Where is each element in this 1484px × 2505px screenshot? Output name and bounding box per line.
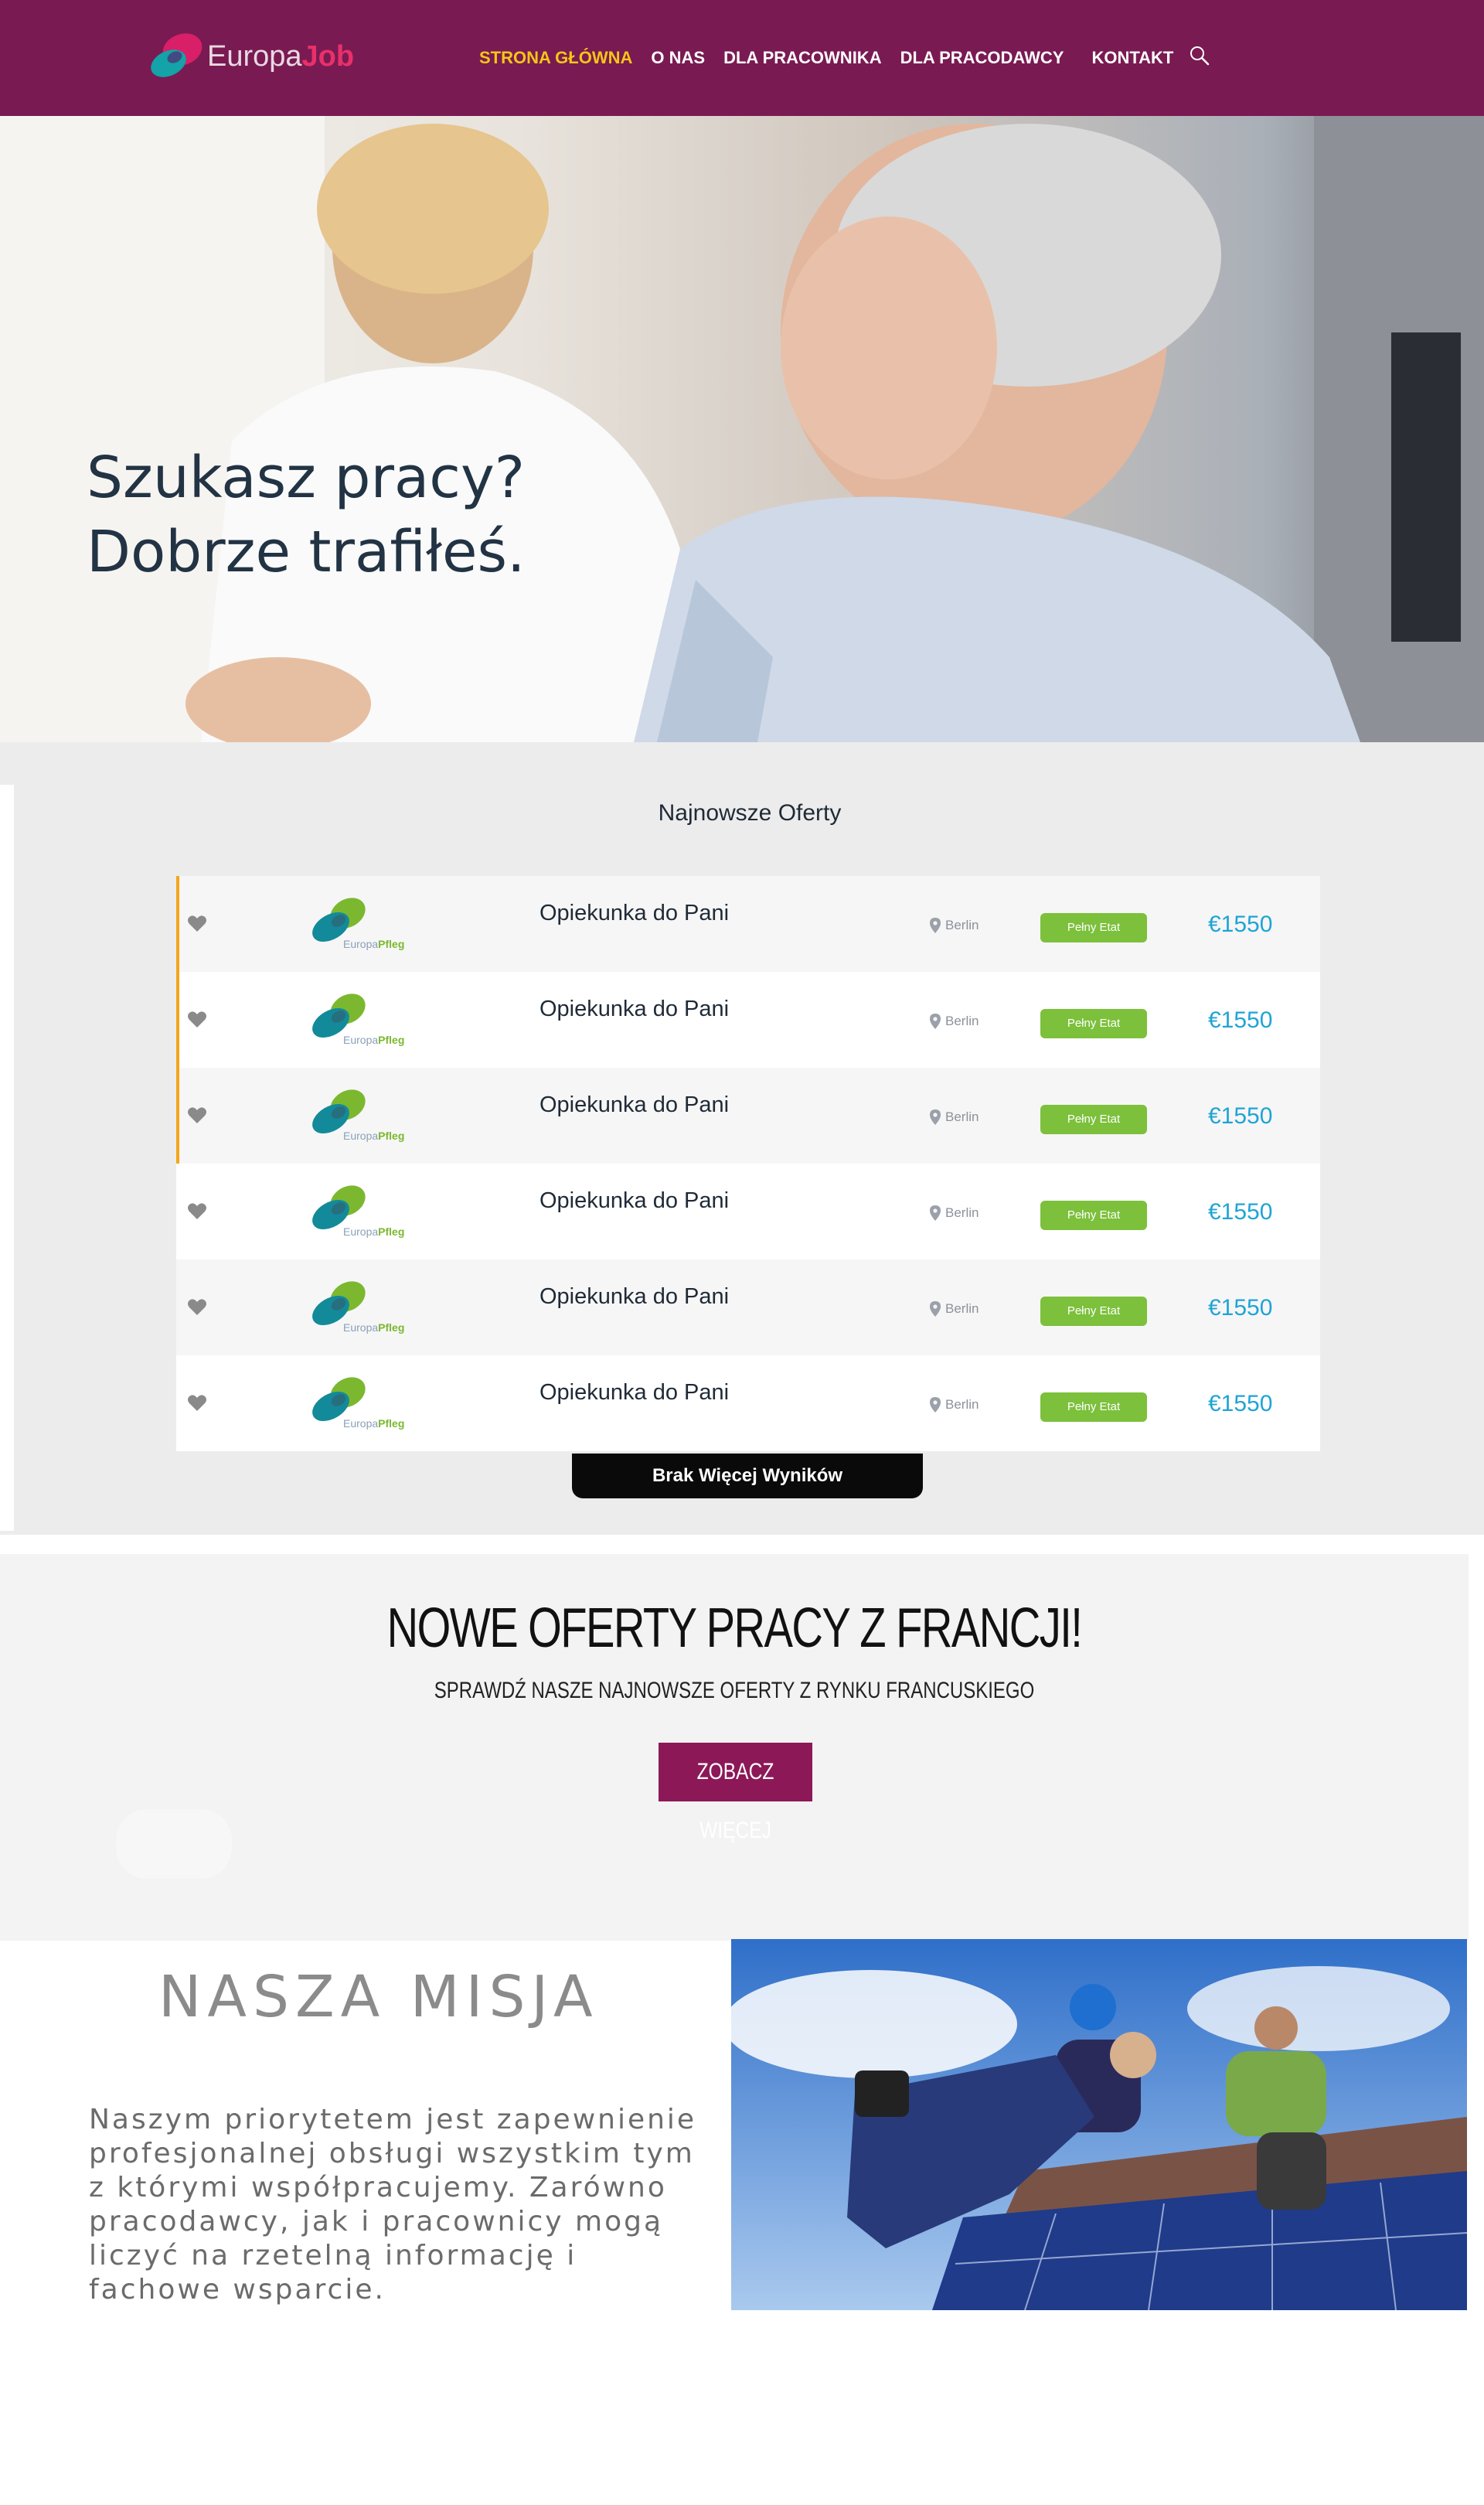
job-salary: €1550 <box>1208 1103 1273 1129</box>
europajob-logo[interactable]: EuropaJob <box>145 23 354 93</box>
job-type-badge: Pełny Etat <box>1040 913 1147 942</box>
nav-item-contact[interactable]: KONTAKT <box>1091 48 1173 68</box>
job-location: Berlin <box>930 1205 979 1221</box>
map-pin-icon <box>930 1397 941 1413</box>
logo-mark-icon <box>151 33 203 77</box>
heart-icon[interactable] <box>187 1011 207 1029</box>
job-title[interactable]: Opiekunka do Pani <box>539 1284 729 1310</box>
section-edge <box>0 785 14 1531</box>
job-type-badge: Pełny Etat <box>1040 1009 1147 1038</box>
job-type-badge: Pełny Etat <box>1040 1392 1147 1422</box>
company-name: EuropaPfleg <box>343 1225 405 1238</box>
job-list: EuropaPfleg Opiekunka do Pani Berlin Pełny … <box>176 876 1320 1451</box>
offers-heading: Najnowsze Oferty <box>658 800 842 826</box>
job-type-badge: Pełny Etat <box>1040 1201 1147 1230</box>
company-name: EuropaPfleg <box>343 1417 405 1430</box>
location-text: Berlin <box>945 1205 979 1220</box>
hero-banner: Szukasz pracy? Dobrze trafiłeś. <box>0 116 1484 742</box>
map-pin-icon <box>930 1014 941 1029</box>
job-location: Berlin <box>930 1301 979 1317</box>
job-location: Berlin <box>930 1109 979 1125</box>
company-name: EuropaPfleg <box>343 1034 405 1046</box>
job-row[interactable]: EuropaPfleg Opiekunka do Pani Berlin Pełny … <box>176 1164 1320 1259</box>
hero-photo-illustration <box>0 116 1484 742</box>
hero-headline: Szukasz pracy? Dobrze trafiłeś. <box>87 445 526 585</box>
job-row[interactable]: EuropaPfleg Opiekunka do Pani Berlin Pełny … <box>176 876 1320 972</box>
job-title[interactable]: Opiekunka do Pani <box>539 901 729 926</box>
main-nav: STRONA GŁÓWNA O NAS DLA PRACOWNIKA DLA P… <box>479 0 1192 116</box>
map-pin-icon <box>930 1301 941 1317</box>
heart-icon[interactable] <box>187 915 207 933</box>
job-salary: €1550 <box>1208 1007 1273 1033</box>
job-salary: €1550 <box>1208 1391 1273 1416</box>
job-row[interactable]: EuropaPfleg Opiekunka do Pani Berlin Pełny … <box>176 1355 1320 1451</box>
job-title[interactable]: Opiekunka do Pani <box>539 1380 729 1406</box>
mission-heading: NASZA MISJA <box>158 1964 599 2030</box>
nav-item-about[interactable]: O NAS <box>651 48 705 68</box>
featured-accent <box>176 1068 179 1164</box>
promo-subheading: SPRAWDŹ NASZE NAJNOWSZE OFERTY Z RYNKU F… <box>434 1678 1035 1703</box>
decorative-shape <box>116 1809 232 1879</box>
job-location: Berlin <box>930 1014 979 1029</box>
job-title[interactable]: Opiekunka do Pani <box>539 1188 729 1214</box>
job-type-badge: Pełny Etat <box>1040 1105 1147 1134</box>
location-text: Berlin <box>945 1014 979 1028</box>
location-text: Berlin <box>945 1397 979 1412</box>
location-text: Berlin <box>945 1109 979 1124</box>
search-icon[interactable] <box>1189 45 1210 66</box>
heart-icon[interactable] <box>187 1106 207 1125</box>
location-text: Berlin <box>945 918 979 932</box>
site-header: EuropaJob STRONA GŁÓWNA O NAS DLA PRACOW… <box>0 0 1484 116</box>
job-salary: €1550 <box>1208 912 1273 937</box>
company-name: EuropaPfleg <box>343 1321 405 1334</box>
see-more-label: ZOBACZ WIĘCEJ <box>696 1759 774 1843</box>
nav-item-home[interactable]: STRONA GŁÓWNA <box>479 48 632 68</box>
job-location: Berlin <box>930 1397 979 1413</box>
job-salary: €1550 <box>1208 1295 1273 1321</box>
job-type-badge: Pełny Etat <box>1040 1297 1147 1326</box>
company-name: EuropaPfleg <box>343 1130 405 1142</box>
map-pin-icon <box>930 1205 941 1221</box>
company-name: EuropaPfleg <box>343 938 405 950</box>
featured-accent <box>176 972 179 1068</box>
heart-icon[interactable] <box>187 1298 207 1317</box>
featured-accent <box>176 876 179 972</box>
heart-icon[interactable] <box>187 1202 207 1221</box>
job-row[interactable]: EuropaPfleg Opiekunka do Pani Berlin Pełny … <box>176 1068 1320 1164</box>
logo-wordmark: EuropaJob <box>207 40 355 73</box>
job-row[interactable]: EuropaPfleg Opiekunka do Pani Berlin Pełny … <box>176 972 1320 1068</box>
solar-photo-illustration <box>731 1939 1467 2310</box>
job-title[interactable]: Opiekunka do Pani <box>539 997 729 1022</box>
nav-item-for-employer[interactable]: DLA PRACODAWCY <box>900 48 1064 68</box>
map-pin-icon <box>930 1109 941 1125</box>
job-salary: €1550 <box>1208 1199 1273 1225</box>
nav-item-for-employee[interactable]: DLA PRACOWNIKA <box>723 48 882 68</box>
location-text: Berlin <box>945 1301 979 1316</box>
job-title[interactable]: Opiekunka do Pani <box>539 1092 729 1118</box>
solar-workers-photo <box>731 1939 1467 2310</box>
map-pin-icon <box>930 918 941 933</box>
load-more-button[interactable]: Brak Więcej Wyników <box>572 1454 923 1498</box>
heart-icon[interactable] <box>187 1394 207 1413</box>
promo-heading: NOWE OFERTY PRACY Z FRANCJI! <box>386 1597 1083 1659</box>
job-row[interactable]: EuropaPfleg Opiekunka do Pani Berlin Pełny … <box>176 1259 1320 1355</box>
mission-text: Naszym priorytetem jest zapewnienie prof… <box>89 2104 697 2306</box>
job-location: Berlin <box>930 918 979 933</box>
see-more-button[interactable]: ZOBACZ WIĘCEJ <box>659 1743 812 1843</box>
